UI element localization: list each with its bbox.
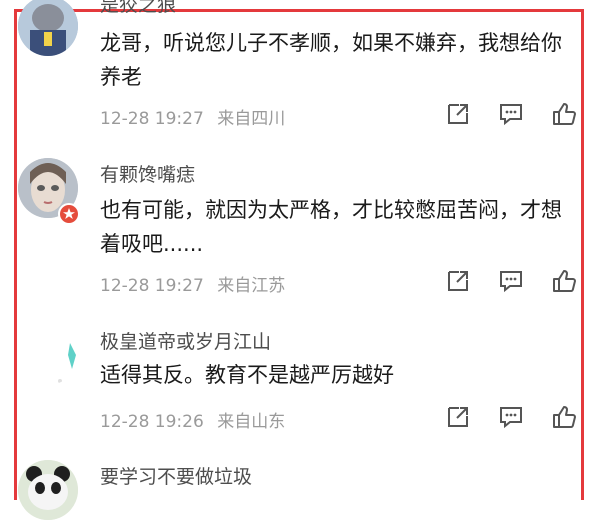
avatar[interactable] bbox=[18, 325, 78, 385]
comment-text: 适得其反。教育不是越严厉越好 bbox=[100, 363, 394, 387]
like-icon bbox=[553, 103, 576, 125]
username[interactable]: 要学习不要做垃圾 bbox=[100, 462, 252, 489]
comment-text: 龙哥，听说您儿子不孝顺，如果不嫌弃，我想给你养老 bbox=[100, 31, 562, 89]
comment-icon bbox=[500, 407, 522, 429]
reply-button[interactable] bbox=[498, 404, 524, 430]
comment-text: 也有可能，就因为太严格，才比较憋屈苦闷，才想着吸吧...... bbox=[100, 198, 562, 256]
location: 来自四川 bbox=[217, 109, 286, 129]
share-button[interactable] bbox=[445, 101, 471, 127]
avatar-badge bbox=[58, 203, 80, 225]
avatar-image bbox=[18, 325, 78, 385]
like-icon bbox=[553, 406, 576, 428]
username[interactable]: 极皇道帝或岁月江山 bbox=[100, 327, 271, 354]
username[interactable]: 有颗馋嘴痣 bbox=[100, 160, 195, 187]
comment-meta: 12-28 19:27 来自四川 bbox=[100, 104, 293, 129]
comment-meta: 12-28 19:27 来自江苏 bbox=[100, 271, 293, 296]
location: 来自江苏 bbox=[217, 276, 286, 296]
timestamp: 12-28 19:27 bbox=[100, 276, 204, 296]
share-icon bbox=[448, 271, 468, 291]
comment-actions bbox=[445, 268, 580, 294]
like-button[interactable] bbox=[551, 404, 577, 430]
like-button[interactable] bbox=[551, 101, 577, 127]
avatar-badge-icon bbox=[63, 208, 75, 219]
share-icon bbox=[448, 407, 468, 427]
avatar[interactable] bbox=[18, 460, 78, 520]
comment-meta: 12-28 19:26 来自山东 bbox=[100, 407, 293, 432]
share-icon bbox=[448, 104, 468, 124]
avatar-image bbox=[18, 460, 78, 520]
comment-icon bbox=[500, 104, 522, 126]
reply-button[interactable] bbox=[498, 101, 524, 127]
timestamp: 12-28 19:26 bbox=[100, 412, 204, 432]
like-button[interactable] bbox=[551, 268, 577, 294]
comment-icon bbox=[500, 271, 522, 293]
like-icon bbox=[553, 270, 576, 292]
reply-button[interactable] bbox=[498, 268, 524, 294]
share-button[interactable] bbox=[445, 268, 471, 294]
comment-actions bbox=[445, 404, 580, 430]
share-button[interactable] bbox=[445, 404, 471, 430]
timestamp: 12-28 19:27 bbox=[100, 109, 204, 129]
location: 来自山东 bbox=[217, 412, 286, 432]
comment-actions bbox=[445, 101, 580, 127]
username[interactable]: 是狡之狼 bbox=[100, 0, 176, 17]
